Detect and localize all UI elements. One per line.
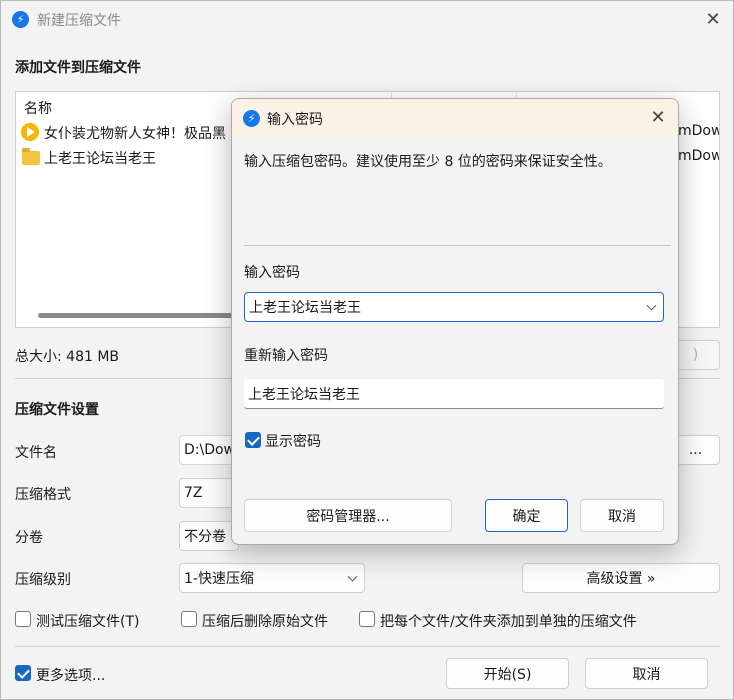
folder-icon (22, 148, 40, 165)
test-archive-checkbox[interactable] (15, 611, 31, 627)
dialog-description: 输入压缩包密码。建议使用至少 8 位的密码来保证安全性。 (244, 154, 612, 170)
start-button[interactable]: 开始(S) (446, 658, 569, 689)
more-options-label[interactable]: 更多选项... (36, 665, 105, 685)
level-label: 压缩级别 (15, 572, 71, 588)
chevron-down-icon (347, 571, 358, 582)
scrollbar-thumb[interactable] (38, 313, 248, 318)
more-options-checkbox[interactable] (15, 665, 31, 681)
divider (244, 245, 671, 246)
password-input[interactable]: 上老王论坛当老王 (244, 292, 664, 322)
file-name: 上老王论坛当老王 (44, 151, 156, 167)
window-title: 新建压缩文件 (37, 13, 121, 29)
format-value: 7Z (184, 485, 203, 501)
confirm-password-input[interactable]: 上老王论坛当老王 (244, 379, 664, 409)
password-label: 输入密码 (244, 265, 300, 281)
format-select[interactable]: 7Z (179, 478, 239, 508)
separate-archives-label[interactable]: 把每个文件/文件夹添加到单独的压缩文件 (380, 611, 637, 631)
add-files-heading: 添加文件到压缩文件 (15, 60, 141, 76)
file-name: 女仆装尤物新人女神！极品黑 (44, 126, 226, 142)
dialog-title: 输入密码 (267, 112, 323, 128)
advanced-settings-button[interactable]: 高级设置 » (522, 563, 720, 593)
separate-archives-checkbox[interactable] (359, 611, 375, 627)
show-password-label[interactable]: 显示密码 (265, 431, 321, 451)
split-label: 分卷 (15, 530, 43, 546)
settings-heading: 压缩文件设置 (15, 402, 99, 418)
cancel-button[interactable]: 取消 (585, 658, 708, 689)
confirm-password-label: 重新输入密码 (244, 348, 328, 364)
format-label: 压缩格式 (15, 487, 71, 503)
dialog-titlebar: ⚡ 输入密码 ✕ (232, 99, 678, 137)
test-archive-label[interactable]: 测试压缩文件(T) (36, 611, 139, 631)
password-dialog: ⚡ 输入密码 ✕ 输入压缩包密码。建议使用至少 8 位的密码来保证安全性。 输入… (231, 98, 679, 545)
app-logo-icon: ⚡ (243, 110, 260, 127)
dialog-cancel-button[interactable]: 取消 (580, 499, 664, 532)
file-path: mDow (678, 123, 720, 139)
show-password-checkbox[interactable] (245, 432, 261, 448)
password-value: 上老王论坛当老王 (249, 300, 361, 316)
window-titlebar: ⚡ 新建压缩文件 ✕ (1, 1, 733, 39)
chevron-down-icon[interactable] (646, 300, 657, 311)
split-select[interactable]: 不分卷 (179, 521, 239, 551)
column-header-name[interactable]: 名称 (24, 98, 52, 118)
total-size: 总大小: 481 MB (15, 349, 120, 365)
filename-input[interactable]: D:\Dow (179, 435, 239, 465)
password-manager-button[interactable]: 密码管理器... (244, 499, 452, 532)
app-logo-icon: ⚡ (12, 11, 29, 28)
ok-button[interactable]: 确定 (485, 499, 568, 532)
split-value: 不分卷 (184, 529, 226, 545)
delete-originals-label[interactable]: 压缩后删除原始文件 (202, 611, 328, 631)
level-value: 1-快速压缩 (184, 571, 254, 587)
video-file-icon (21, 123, 39, 141)
delete-originals-checkbox[interactable] (181, 611, 197, 627)
dialog-close-icon[interactable]: ✕ (643, 103, 673, 133)
filename-label: 文件名 (15, 445, 57, 461)
file-path: mDow (678, 148, 720, 164)
window-close-icon[interactable]: ✕ (698, 5, 728, 35)
divider (15, 646, 720, 647)
level-select[interactable]: 1-快速压缩 (179, 563, 365, 593)
